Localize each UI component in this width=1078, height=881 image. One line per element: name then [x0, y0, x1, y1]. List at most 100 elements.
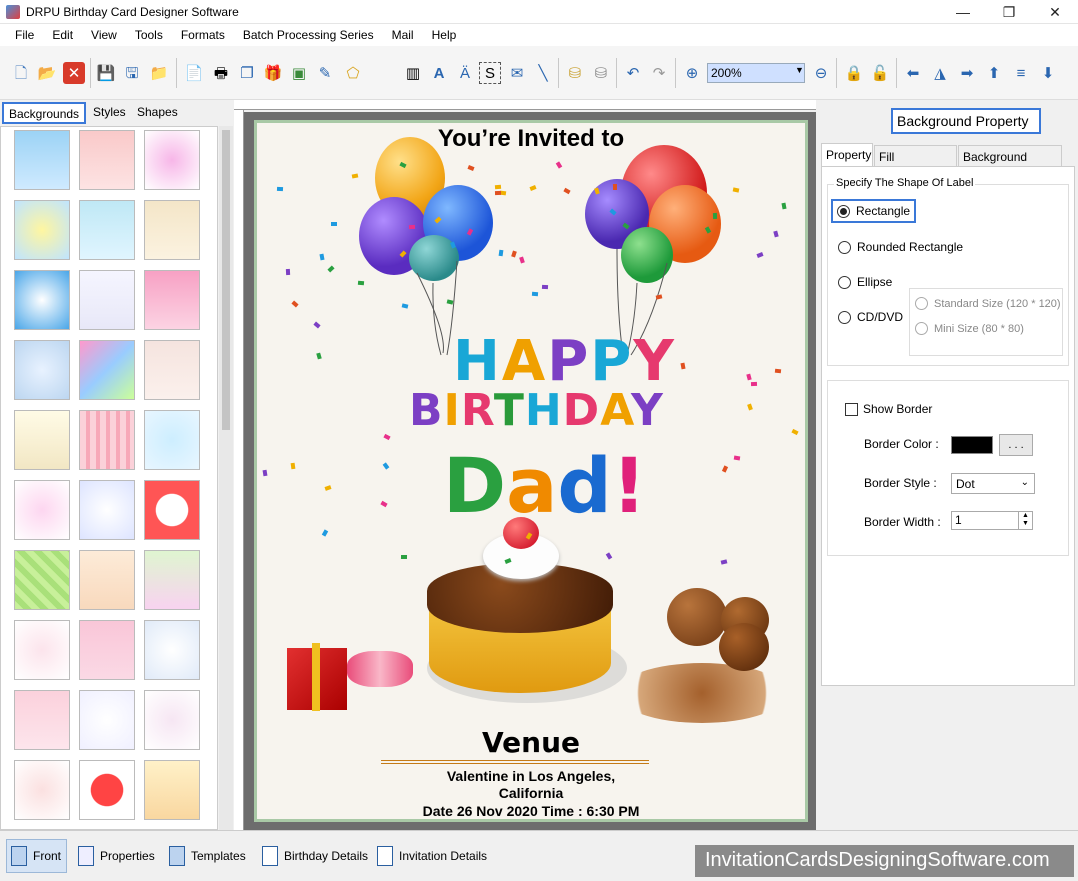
save-as-icon[interactable]: 🖫 [121, 62, 143, 84]
background-thumbnail[interactable] [14, 340, 70, 400]
arrow-up-icon[interactable]: ⬆ [983, 62, 1005, 84]
database-icon[interactable]: ⛁ [564, 62, 586, 84]
background-thumbnail[interactable] [14, 130, 70, 190]
tab-fill-background[interactable]: Fill Background [874, 145, 957, 178]
gallery-scrollbar[interactable] [219, 126, 233, 830]
spinner-arrows-icon[interactable]: ▲ ▼ [1018, 512, 1032, 529]
unlock-icon[interactable]: 🔓 [869, 62, 891, 84]
redo-icon[interactable]: ↷ [648, 62, 670, 84]
background-thumbnail[interactable] [14, 200, 70, 260]
address-line-2[interactable]: California [257, 785, 805, 801]
scrollbar-thumb[interactable] [222, 130, 230, 430]
background-thumbnail[interactable] [144, 760, 200, 820]
background-thumbnail[interactable] [79, 690, 135, 750]
background-thumbnail[interactable] [79, 620, 135, 680]
database-gray-icon[interactable]: ⛁ [590, 62, 612, 84]
copy-icon[interactable]: ❐ [236, 62, 258, 84]
menu-tools[interactable]: Tools [126, 28, 172, 42]
birthday-text[interactable]: BIRTHDAY [409, 385, 664, 436]
word-art-icon[interactable]: Ä [454, 62, 476, 84]
border-width-spinner[interactable]: 1 ▲ ▼ [951, 511, 1033, 530]
properties-icon[interactable]: 📄 [183, 62, 205, 84]
undo-icon[interactable]: ↶ [622, 62, 644, 84]
minimize-button[interactable]: — [940, 0, 986, 24]
menu-view[interactable]: View [82, 28, 126, 42]
background-thumbnail[interactable] [144, 550, 200, 610]
background-thumbnail[interactable] [79, 200, 135, 260]
shape-icon[interactable]: ⬠ [342, 62, 364, 84]
menu-batch-processing[interactable]: Batch Processing Series [234, 28, 383, 42]
align-icon[interactable]: ≡ [1010, 62, 1032, 84]
tab-invitation-details[interactable]: Invitation Details [373, 839, 491, 873]
pencil-icon[interactable]: ✎ [314, 62, 336, 84]
lock-icon[interactable]: 🔒 [843, 62, 865, 84]
background-thumbnail[interactable] [144, 130, 200, 190]
border-style-select[interactable]: Dot ⌄ [951, 473, 1035, 494]
background-thumbnail[interactable] [144, 270, 200, 330]
menu-file[interactable]: File [6, 28, 43, 42]
tab-front[interactable]: Front [6, 839, 67, 873]
export-icon[interactable]: 📁 [148, 62, 170, 84]
border-color-swatch[interactable] [951, 436, 993, 454]
flip-icon[interactable]: ◮ [929, 62, 951, 84]
menu-help[interactable]: Help [423, 28, 466, 42]
background-thumbnail[interactable] [14, 480, 70, 540]
address-line-1[interactable]: Valentine in Los Angeles, [257, 768, 805, 784]
background-thumbnail[interactable] [79, 760, 135, 820]
new-icon[interactable]: 🗋 [10, 62, 32, 84]
text-icon[interactable]: A [428, 62, 450, 84]
background-thumbnail[interactable] [144, 480, 200, 540]
tab-properties[interactable]: Properties [74, 839, 159, 873]
background-thumbnail[interactable] [14, 620, 70, 680]
background-thumbnail[interactable] [14, 760, 70, 820]
menu-formats[interactable]: Formats [172, 28, 234, 42]
radio-cd-dvd[interactable]: CD/DVD [838, 310, 903, 324]
close-window-button[interactable]: ✕ [1032, 0, 1078, 24]
background-thumbnail[interactable] [144, 200, 200, 260]
tab-birthday-details[interactable]: Birthday Details [258, 839, 372, 873]
mail-icon[interactable]: ✉ [506, 62, 528, 84]
menu-edit[interactable]: Edit [43, 28, 82, 42]
radio-standard-size[interactable]: Standard Size (120 * 120) [915, 297, 1061, 310]
background-thumbnail[interactable] [79, 410, 135, 470]
background-thumbnail[interactable] [14, 550, 70, 610]
zoom-combobox[interactable]: 200% [707, 63, 805, 83]
open-icon[interactable]: 📂 [36, 62, 58, 84]
border-color-picker-button[interactable]: . . . [999, 434, 1033, 456]
tab-shapes[interactable]: Shapes [132, 102, 183, 124]
tab-backgrounds[interactable]: Backgrounds [2, 102, 87, 124]
background-thumbnail[interactable] [144, 690, 200, 750]
zoom-in-icon[interactable]: ⊕ [681, 62, 703, 84]
date-time-text[interactable]: Date 26 Nov 2020 Time : 6:30 PM [257, 803, 805, 819]
zoom-out-icon[interactable]: ⊖ [810, 62, 832, 84]
line-icon[interactable]: ╲ [532, 62, 554, 84]
signature-icon[interactable]: S [479, 62, 501, 84]
arrow-down-icon[interactable]: ⬇ [1037, 62, 1059, 84]
background-thumbnail[interactable] [144, 620, 200, 680]
restore-button[interactable]: ❐ [986, 0, 1032, 24]
background-thumbnail[interactable] [14, 270, 70, 330]
save-icon[interactable]: 💾 [95, 62, 117, 84]
menu-mail[interactable]: Mail [383, 28, 423, 42]
tab-styles[interactable]: Styles [88, 102, 131, 124]
barcode-icon[interactable]: ▥ [402, 62, 424, 84]
arrow-right-icon[interactable]: ➡ [956, 62, 978, 84]
background-thumbnail[interactable] [14, 410, 70, 470]
background-thumbnail[interactable] [144, 410, 200, 470]
show-border-checkbox[interactable]: Show Border [845, 402, 932, 416]
background-thumbnail[interactable] [79, 270, 135, 330]
arrow-left-icon[interactable]: ⬅ [902, 62, 924, 84]
dad-text[interactable]: Dad! [443, 441, 646, 530]
tab-background-effects[interactable]: Background Effects [958, 145, 1062, 178]
birthday-card[interactable]: You’re Invited to HAPPY BIRTHDAY Dad! Ve… [254, 120, 808, 822]
image-icon[interactable]: ▣ [288, 62, 310, 84]
background-thumbnail[interactable] [79, 550, 135, 610]
background-thumbnail[interactable] [79, 340, 135, 400]
tab-property[interactable]: Property [821, 143, 873, 167]
background-thumbnail[interactable] [79, 130, 135, 190]
close-icon[interactable]: ✕ [63, 62, 85, 84]
radio-mini-size[interactable]: Mini Size (80 * 80) [915, 322, 1024, 335]
radio-rectangle[interactable]: Rectangle [831, 199, 917, 223]
tab-templates[interactable]: Templates [165, 839, 250, 873]
background-thumbnail[interactable] [14, 690, 70, 750]
